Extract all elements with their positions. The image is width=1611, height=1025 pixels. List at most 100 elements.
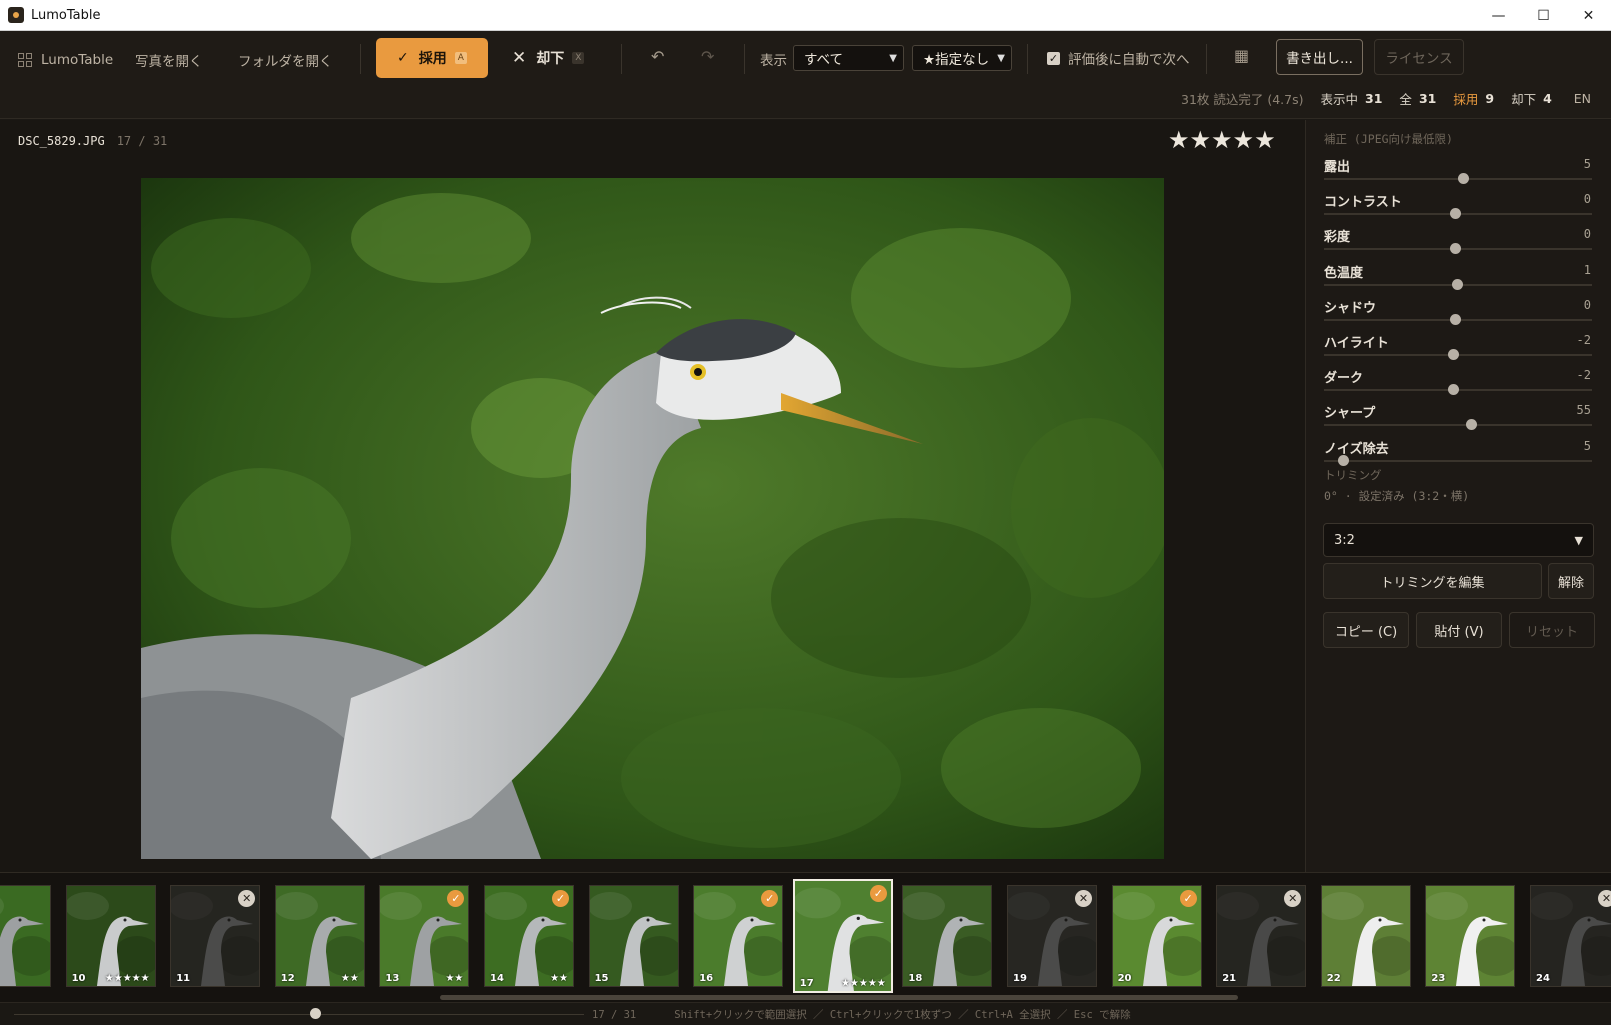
adjust-slider-track[interactable] bbox=[1324, 454, 1592, 466]
adjust-section-title: 補正 (JPEG向け最低限) bbox=[1324, 132, 1453, 146]
close-button[interactable]: ✕ bbox=[1566, 0, 1611, 31]
app-logo-icon bbox=[8, 7, 24, 23]
open-folder-button[interactable]: フォルダを開く bbox=[238, 49, 333, 71]
thumbnail-stars: ★★★★★ bbox=[104, 973, 150, 984]
adjust-label: 彩度 bbox=[1324, 230, 1351, 246]
position-slider-thumb[interactable] bbox=[310, 1008, 321, 1019]
export-button[interactable]: 書き出し... bbox=[1276, 39, 1363, 75]
filmstrip-thumbnail[interactable]: 11 ✕ bbox=[170, 885, 261, 987]
thumbnail-number: 23 bbox=[1431, 973, 1446, 984]
toolbar-divider bbox=[1206, 44, 1207, 74]
thumbnail-number: 11 bbox=[176, 973, 191, 984]
adjust-slider-track[interactable] bbox=[1324, 173, 1592, 184]
adjust-value: 1 bbox=[1583, 262, 1591, 277]
toolbar-divider bbox=[744, 44, 745, 74]
open-photo-button[interactable]: 写真を開く bbox=[135, 49, 203, 71]
adjust-slider-thumb[interactable] bbox=[1458, 173, 1470, 184]
language-toggle[interactable]: EN bbox=[1574, 91, 1591, 106]
checkbox-checked-icon[interactable]: ✓ bbox=[1047, 51, 1060, 65]
thumbnail-number: 24 bbox=[1536, 973, 1550, 984]
toolbar-divider bbox=[360, 44, 361, 74]
status-bar: 17 / 31 Shift+クリックで範囲選択 ／ Ctrl+クリックで1枚ずつ … bbox=[0, 1002, 1611, 1025]
position-slider-track[interactable] bbox=[14, 1014, 584, 1015]
filmstrip-thumbnail[interactable]: 13 ★★ ✓ bbox=[379, 885, 470, 987]
star-filter-select[interactable]: ★指定なし ▼ bbox=[912, 45, 1012, 71]
undo-icon[interactable]: ↶ bbox=[651, 47, 664, 66]
thumbnail-image bbox=[903, 886, 992, 986]
adjust-slider-thumb[interactable] bbox=[1450, 313, 1462, 325]
filmstrip: 10 ★★★★★ 11 ✕ 12 ★★ 13 ★★ ✓ 14 ★★ ✓ 15 16 ✓ 17 ★★★★★ ✓ 18 1… bbox=[0, 872, 1611, 1002]
accept-button[interactable]: ✓ 採用 A bbox=[376, 38, 488, 78]
adjust-value: 0 bbox=[1583, 227, 1591, 242]
adjust-slider-track[interactable] bbox=[1324, 278, 1592, 290]
adjust-slider-track[interactable] bbox=[1324, 384, 1592, 396]
minimize-button[interactable]: — bbox=[1476, 0, 1521, 31]
adjust-slider-track[interactable] bbox=[1324, 208, 1592, 220]
adjust-label: 露出 bbox=[1324, 160, 1351, 175]
chevron-down-icon: ▼ bbox=[889, 52, 897, 64]
adjust-slider-thumb[interactable] bbox=[1450, 208, 1462, 220]
filmstrip-thumbnail[interactable]: 22 bbox=[1320, 885, 1411, 987]
thumbnail-number: 10 bbox=[71, 973, 86, 984]
filmstrip-thumbnail[interactable]: 10 ★★★★★ bbox=[65, 885, 156, 987]
adjust-value: 0 bbox=[1583, 192, 1591, 207]
paste-settings-button[interactable]: 貼付 (V) bbox=[1416, 612, 1502, 648]
reject-shortcut: X bbox=[572, 52, 585, 64]
adjust-value: 5 bbox=[1583, 157, 1591, 171]
aspect-ratio-select[interactable]: 3:2 ▼ bbox=[1323, 523, 1594, 557]
rating-stars[interactable]: ★★★★★ bbox=[1168, 126, 1276, 154]
adjust-slider-thumb[interactable] bbox=[1466, 419, 1478, 431]
adjust-slider-track[interactable] bbox=[1324, 243, 1592, 255]
filmstrip-thumbnail[interactable]: 15 bbox=[588, 885, 679, 987]
filmstrip-thumbnail[interactable]: 24 ✕ bbox=[1530, 885, 1611, 987]
accepted-count: 9 bbox=[1485, 91, 1495, 106]
thumbnail-stars: ★★ bbox=[340, 973, 359, 984]
filmstrip-thumbnail[interactable]: 20 ✓ bbox=[1111, 885, 1202, 987]
filmstrip-thumbnail[interactable]: 17 ★★★★★ ✓ bbox=[792, 879, 893, 993]
adjust-value: 55 bbox=[1576, 403, 1591, 418]
adjust-slider-track[interactable] bbox=[1324, 349, 1592, 360]
clear-trim-button[interactable]: 解除 bbox=[1548, 563, 1594, 599]
adjust-slider-track[interactable] bbox=[1324, 419, 1592, 431]
adjust-slider-thumb[interactable] bbox=[1451, 278, 1463, 290]
thumbnail-stars: ★★ bbox=[550, 973, 568, 984]
adjust-label: ハイライト bbox=[1324, 336, 1389, 351]
filmstrip-thumbnail[interactable]: 14 ★★ ✓ bbox=[484, 885, 574, 987]
accepted-badge-icon: ✓ bbox=[869, 885, 887, 902]
auto-next-toggle[interactable]: ✓ 評価後に自動で次へ bbox=[1047, 48, 1190, 68]
filmstrip-thumbnail[interactable]: 19 ✕ bbox=[1007, 885, 1097, 987]
copy-settings-button[interactable]: コピー (C) bbox=[1323, 612, 1409, 648]
thumbnail-number: 21 bbox=[1222, 973, 1237, 984]
adjust-slider-track[interactable] bbox=[1324, 313, 1592, 325]
main-photo[interactable] bbox=[141, 178, 1164, 859]
reject-button[interactable]: ✕ 却下 X bbox=[512, 38, 585, 78]
total-label: 全 bbox=[1399, 92, 1412, 107]
thumbnail-image bbox=[1426, 886, 1515, 986]
trim-status: 0° · 設定済み (3:2・横) bbox=[1324, 489, 1470, 503]
filmstrip-thumbnail[interactable]: 21 ✕ bbox=[1216, 885, 1307, 987]
view-filter-select[interactable]: すべて ▼ bbox=[793, 45, 904, 71]
filmstrip-thumbnail[interactable] bbox=[0, 885, 51, 987]
filmstrip-thumbnail[interactable]: 18 bbox=[902, 885, 993, 987]
edit-trim-button[interactable]: トリミングを編集 bbox=[1323, 563, 1542, 599]
maximize-button[interactable]: ☐ bbox=[1521, 0, 1566, 31]
reset-settings-button[interactable]: リセット bbox=[1509, 612, 1595, 648]
filmstrip-thumbnail[interactable]: 12 ★★ bbox=[274, 885, 365, 987]
thumbnail-number: 22 bbox=[1326, 973, 1341, 984]
license-button[interactable]: ライセンス bbox=[1374, 39, 1464, 75]
check-icon: ✓ bbox=[397, 50, 409, 66]
accepted-badge-icon: ✓ bbox=[552, 890, 569, 907]
adjust-slider-thumb[interactable] bbox=[1447, 349, 1459, 360]
adjust-slider-thumb[interactable] bbox=[1447, 384, 1459, 396]
thumbnail-number: 20 bbox=[1117, 973, 1132, 984]
adjust-slider-thumb[interactable] bbox=[1337, 454, 1349, 466]
filmstrip-scrollbar[interactable] bbox=[440, 995, 1238, 1000]
chevron-down-icon: ▼ bbox=[1574, 533, 1583, 547]
adjust-slider-thumb[interactable] bbox=[1450, 243, 1462, 255]
toolbar: LumoTable 写真を開く フォルダを開く ✓ 採用 A ✕ 却下 X ↶ … bbox=[0, 31, 1611, 119]
filmstrip-thumbnail[interactable]: 16 ✓ bbox=[693, 885, 784, 987]
grid-view-icon[interactable]: ▦ bbox=[1234, 46, 1249, 65]
redo-icon[interactable]: ↷ bbox=[701, 47, 714, 66]
filmstrip-thumbnail[interactable]: 23 bbox=[1425, 885, 1516, 987]
rejected-count: 4 bbox=[1543, 91, 1552, 106]
